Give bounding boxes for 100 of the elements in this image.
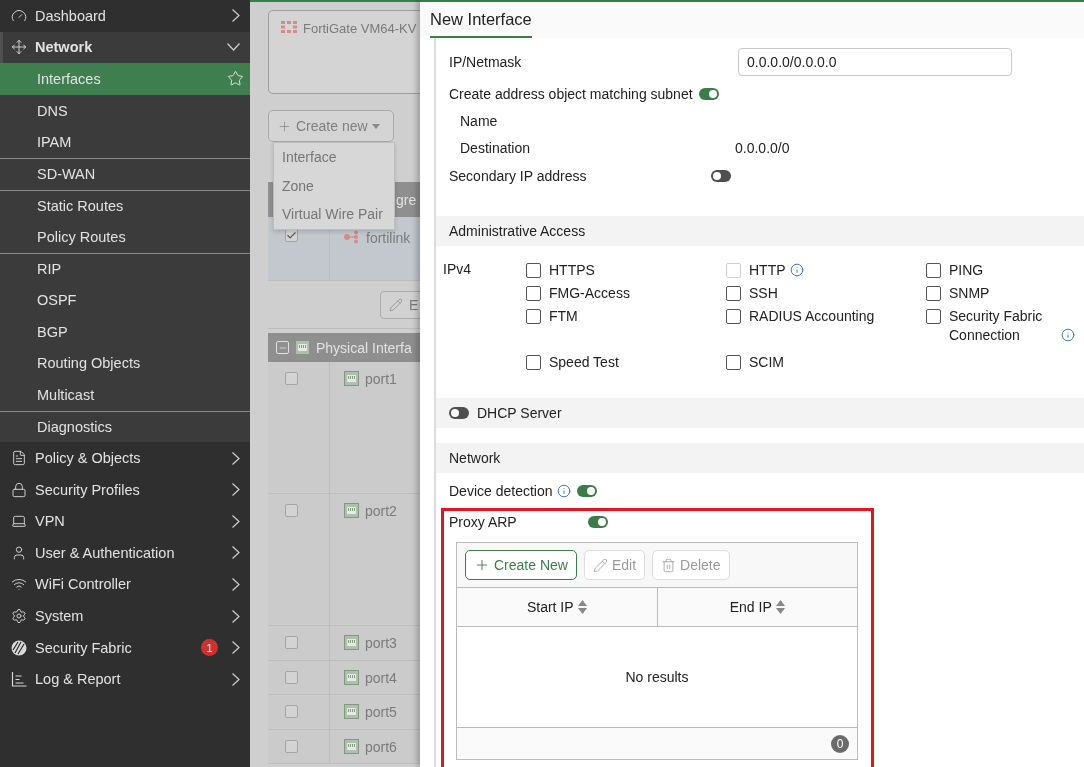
port-icon	[344, 738, 359, 754]
option-label: HTTPS	[549, 261, 595, 280]
count-badge: 0	[831, 734, 849, 753]
section-title: Network	[449, 450, 501, 466]
column-header[interactable]: End IP	[656, 588, 857, 626]
device-name: FortiGate VM64-KV	[303, 21, 417, 36]
chevron-right-icon	[232, 578, 240, 591]
sidebar-subitem[interactable]: BGP	[0, 315, 250, 348]
option-label: SNMP	[949, 284, 990, 303]
sidebar-subitem[interactable]: IPAM	[0, 126, 250, 158]
sidebar-subitem[interactable]: DNS	[0, 94, 250, 127]
lock-icon	[11, 481, 27, 498]
field-label: Proxy ARP	[449, 514, 518, 530]
pencil-icon	[389, 297, 403, 312]
checkbox[interactable]	[526, 355, 541, 370]
row-checkbox[interactable]	[285, 636, 298, 649]
sidebar-subitem[interactable]: OSPF	[0, 284, 250, 316]
group-title: Physical Interfa	[316, 339, 412, 356]
chevron-right-icon	[232, 483, 240, 497]
port-icon	[344, 704, 359, 719]
field-label: Device detection	[449, 482, 553, 499]
dialog-title: New Interface	[430, 10, 532, 38]
checkbox[interactable]	[726, 286, 741, 301]
interface-name: port5	[365, 704, 397, 720]
info-icon[interactable]	[1061, 328, 1075, 342]
pencil-icon	[592, 557, 608, 573]
checkbox[interactable]	[526, 286, 541, 301]
sidebar-subitem[interactable]: Policy Routes	[0, 221, 250, 253]
option-label: RADIUS Accounting	[749, 307, 875, 326]
option-label: Security Fabric Connection	[949, 307, 1044, 345]
row-checkbox[interactable]	[285, 705, 298, 718]
ip-netmask-field[interactable]: 0.0.0.0/0.0.0.0	[738, 48, 1012, 76]
interface-name: port1	[365, 371, 397, 387]
row-checkbox[interactable]	[285, 372, 298, 385]
chevron-down-icon	[227, 43, 240, 52]
field-label: Destination	[460, 139, 532, 156]
sidebar-subitem[interactable]: Interfaces	[0, 63, 250, 95]
port-icon	[344, 371, 359, 386]
info-icon[interactable]	[556, 483, 571, 498]
option-label: PING	[949, 261, 984, 280]
chevron-right-icon	[232, 514, 240, 528]
field-label: Create address object matching subnet	[449, 85, 693, 102]
toggle-switch[interactable]	[698, 87, 719, 100]
interface-name: port4	[365, 669, 397, 686]
link-icon	[344, 230, 360, 244]
sort-icon	[775, 600, 785, 614]
checkbox[interactable]	[926, 309, 941, 324]
list-chart-icon	[11, 671, 27, 688]
port-icon	[344, 503, 359, 518]
interface-name: port3	[365, 635, 397, 651]
field-label: Name	[460, 112, 498, 129]
document-icon	[11, 450, 27, 467]
chevron-right-icon	[232, 672, 240, 686]
laptop-icon	[11, 513, 27, 530]
field-label: Secondary IP address	[449, 167, 588, 184]
section-title: Administrative Access	[449, 223, 586, 239]
grid-logo-icon	[281, 21, 297, 33]
sidebar-subitem[interactable]: SD-WAN	[0, 157, 250, 190]
sidebar-subitem[interactable]: Static Routes	[0, 189, 250, 222]
sidebar-subitem[interactable]: Multicast	[0, 379, 250, 411]
port-icon	[295, 340, 310, 355]
interface-name: port6	[365, 738, 397, 755]
port-icon	[344, 635, 359, 650]
port-icon	[344, 669, 359, 685]
sidebar-subitem[interactable]: RIP	[0, 252, 250, 285]
checkbox[interactable]	[726, 355, 741, 370]
sidebar-subitem[interactable]: Diagnostics	[0, 410, 250, 443]
toggle-switch[interactable]	[711, 169, 731, 182]
plus-icon	[474, 557, 490, 573]
sort-icon	[577, 600, 587, 614]
checkbox[interactable]	[926, 263, 941, 278]
checkbox[interactable]	[726, 309, 741, 324]
toggle-switch[interactable]	[576, 484, 597, 497]
sidebar-subitem[interactable]: Routing Objects	[0, 347, 250, 380]
destination-value: 0.0.0.0/0	[735, 139, 790, 156]
empty-message: No results	[625, 669, 689, 685]
column-header[interactable]: Start IP	[457, 588, 657, 626]
chevron-right-icon	[232, 609, 240, 623]
interface-name: fortilink	[366, 230, 411, 246]
row-checkbox[interactable]	[285, 670, 298, 684]
option-label: FTM	[549, 307, 578, 326]
option-label: FMG-Access	[549, 284, 630, 303]
toggle-switch[interactable]	[588, 516, 608, 528]
create-button[interactable]: Create New	[465, 550, 577, 580]
checkbox[interactable]	[526, 263, 541, 278]
row-checkbox[interactable]	[285, 739, 298, 753]
chevron-right-icon	[232, 9, 240, 23]
plus-icon	[277, 118, 292, 134]
row-checkbox[interactable]	[285, 504, 298, 517]
section-title: DHCP Server	[477, 405, 562, 421]
toggle-switch[interactable]	[449, 407, 469, 419]
option-label: HTTP	[749, 261, 786, 280]
checkbox[interactable]	[526, 309, 541, 324]
caret-icon	[371, 123, 380, 129]
star-icon[interactable]	[227, 70, 244, 88]
wifi-icon	[11, 576, 27, 593]
sidebar-item[interactable]: Network	[0, 31, 250, 64]
option-label: SSH	[749, 284, 778, 303]
checkbox[interactable]	[926, 286, 941, 301]
chevron-right-icon	[232, 546, 240, 560]
